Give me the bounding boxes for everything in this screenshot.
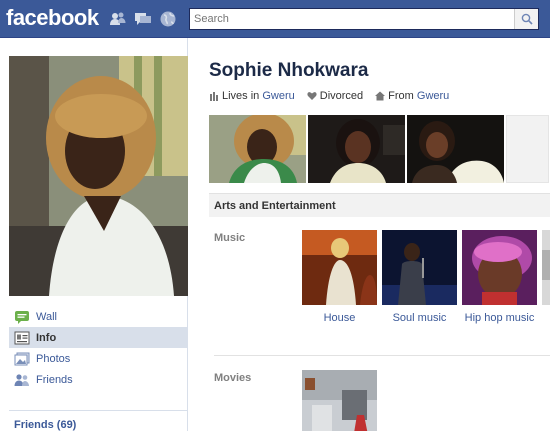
friends-icon bbox=[14, 373, 30, 387]
like-label[interactable]: Soul music bbox=[382, 312, 457, 324]
like-item: House bbox=[302, 230, 382, 324]
nav-item-label: Wall bbox=[36, 310, 57, 323]
like-item: Hip hop music bbox=[462, 230, 542, 324]
like-label[interactable]: House bbox=[302, 312, 377, 324]
like-thumb-hip-hop-music[interactable] bbox=[462, 230, 537, 305]
photos-icon bbox=[14, 352, 30, 366]
nav-item-wall[interactable]: Wall bbox=[9, 306, 188, 327]
like-thumb-partial[interactable] bbox=[542, 230, 550, 305]
home-icon bbox=[375, 91, 386, 101]
like-label[interactable]: Hip hop music bbox=[462, 312, 537, 324]
nav-item-info[interactable]: Info bbox=[9, 327, 188, 348]
strip-photo-3[interactable] bbox=[407, 115, 504, 183]
like-item: Soul music bbox=[382, 230, 462, 324]
music-label: Music bbox=[214, 232, 246, 244]
nav-item-photos[interactable]: Photos bbox=[9, 348, 188, 369]
from-link[interactable]: Gweru bbox=[417, 90, 449, 102]
friends-count-link[interactable]: Friends (69) bbox=[14, 419, 76, 431]
search-button[interactable] bbox=[514, 9, 538, 29]
like-thumb-house[interactable] bbox=[302, 230, 377, 305]
profile-meta: Lives in Gweru Divorced From Gweru bbox=[209, 90, 449, 102]
search-box bbox=[189, 8, 539, 30]
strip-photo-placeholder bbox=[506, 115, 549, 183]
profile-name: Sophie Nhokwara bbox=[209, 60, 369, 81]
like-thumb-movie[interactable] bbox=[302, 370, 377, 431]
movies-label: Movies bbox=[214, 372, 252, 384]
music-likes: House Soul music Hip hop music bbox=[302, 230, 550, 324]
nav-item-label: Info bbox=[36, 331, 57, 344]
like-item-partial bbox=[542, 230, 550, 324]
top-bar: facebook bbox=[0, 0, 550, 38]
strip-photo-2[interactable] bbox=[308, 115, 405, 183]
strip-photo-1[interactable] bbox=[209, 115, 306, 183]
divider bbox=[214, 355, 550, 356]
like-item bbox=[302, 370, 382, 431]
relationship-status: Divorced bbox=[319, 90, 364, 102]
nav-item-friends[interactable]: Friends bbox=[9, 369, 188, 390]
nav-item-label: Photos bbox=[36, 352, 71, 365]
from-prefix: From bbox=[388, 90, 414, 102]
photo-strip bbox=[209, 115, 550, 183]
friend-requests-icon[interactable] bbox=[109, 10, 127, 28]
heart-icon bbox=[307, 91, 317, 101]
notifications-globe-icon[interactable] bbox=[159, 10, 177, 28]
nav-item-label: Friends bbox=[36, 373, 73, 386]
section-header-arts: Arts and Entertainment bbox=[209, 193, 550, 217]
profile-picture[interactable] bbox=[9, 56, 188, 296]
profile-nav: Wall Info Photos Friends bbox=[9, 306, 188, 390]
info-icon bbox=[14, 331, 30, 345]
lives-in-link[interactable]: Gweru bbox=[262, 90, 294, 102]
facebook-logo[interactable]: facebook bbox=[6, 5, 99, 31]
search-icon bbox=[521, 13, 533, 25]
messages-icon[interactable] bbox=[134, 10, 152, 28]
divider bbox=[9, 410, 188, 411]
search-input[interactable] bbox=[190, 9, 514, 29]
wall-icon bbox=[14, 310, 30, 324]
lives-in-icon bbox=[209, 91, 219, 101]
left-column: Wall Info Photos Friends Friends (69) bbox=[0, 38, 188, 431]
movie-likes bbox=[302, 370, 382, 431]
like-thumb-soul-music[interactable] bbox=[382, 230, 457, 305]
lives-in-prefix: Lives in bbox=[222, 90, 260, 102]
